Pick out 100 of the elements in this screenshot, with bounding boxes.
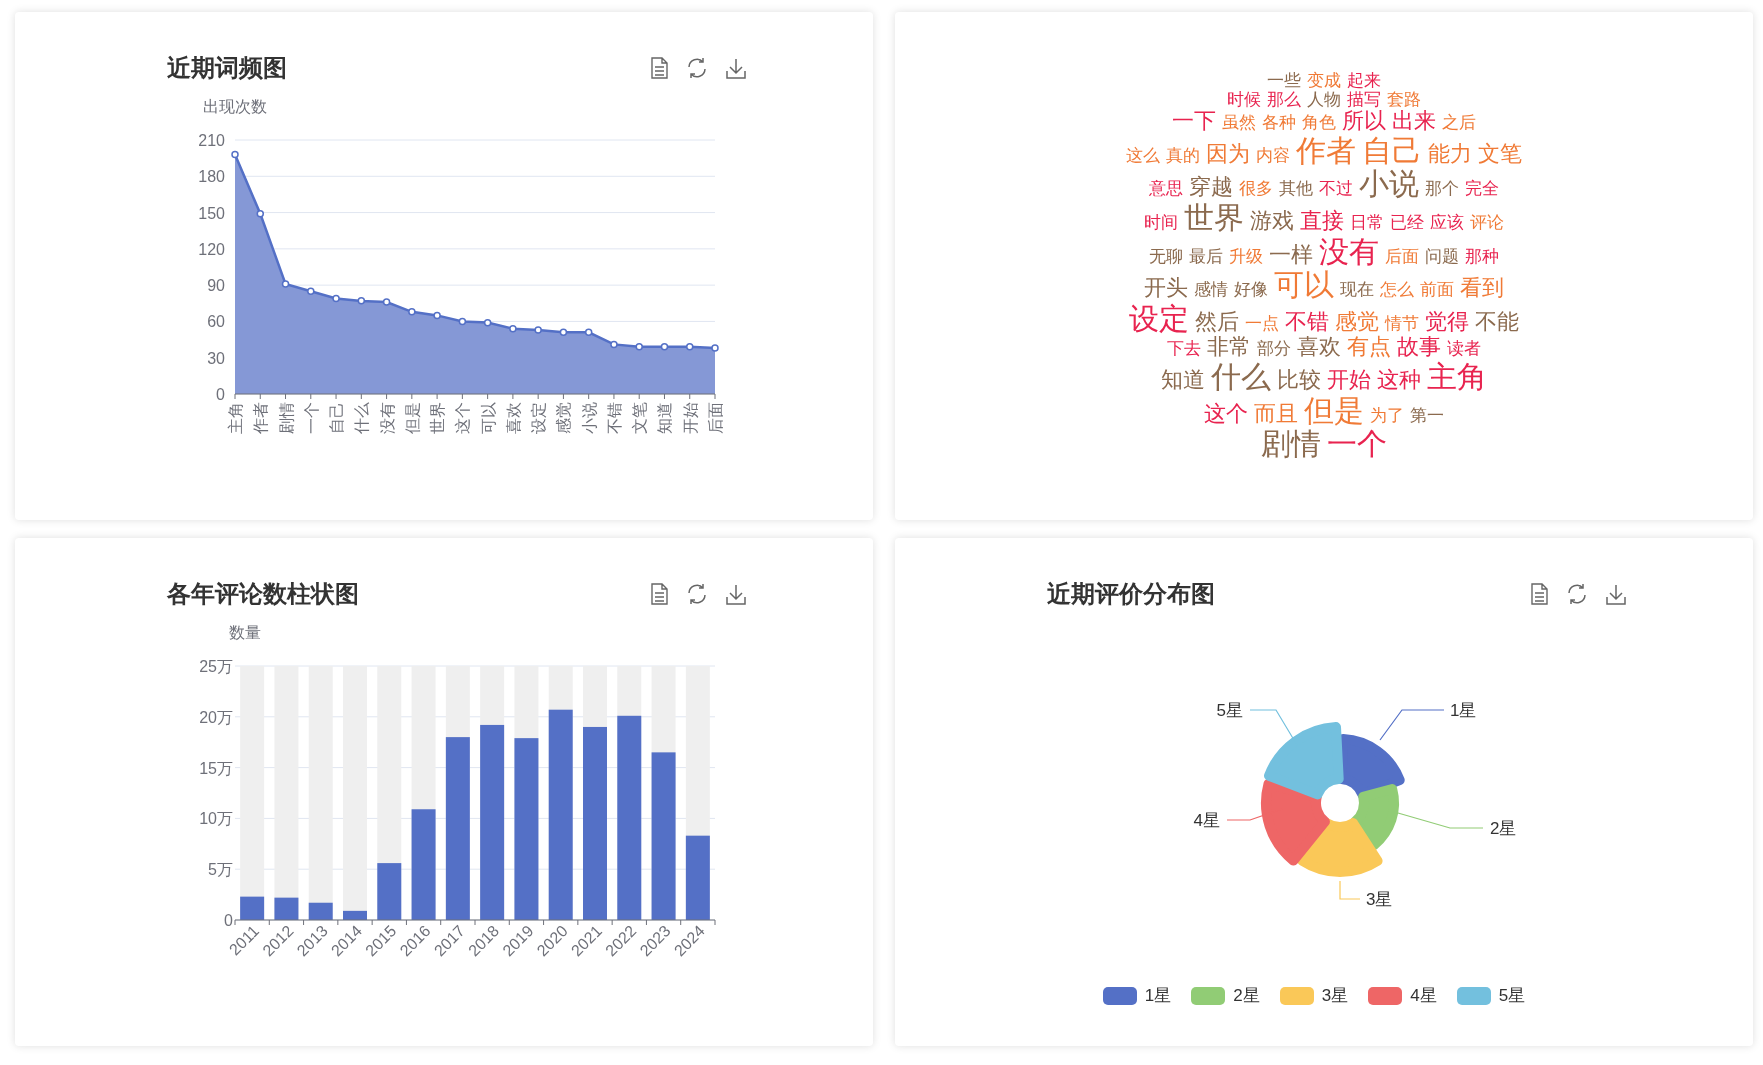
cloud-word: 觉得 xyxy=(1425,309,1469,335)
cloud-word: 游戏 xyxy=(1250,209,1294,234)
cloud-word: 读者 xyxy=(1447,339,1481,359)
cloud-word: 主角 xyxy=(1427,360,1487,394)
download-icon[interactable] xyxy=(725,583,747,605)
cloud-word: 能力 xyxy=(1428,141,1472,167)
data-view-icon[interactable] xyxy=(649,57,669,79)
legend-swatch[interactable] xyxy=(1456,986,1491,1005)
cloud-word: 好像 xyxy=(1234,280,1268,300)
slice-label: 3星 xyxy=(1366,890,1393,909)
data-point xyxy=(231,150,239,159)
cloud-word: 一样 xyxy=(1269,242,1313,268)
category-label: 没有 xyxy=(378,402,396,434)
legend-label[interactable]: 3星 xyxy=(1321,984,1349,1007)
cloud-word: 看到 xyxy=(1460,276,1504,301)
cloud-word: 一下 xyxy=(1172,109,1216,134)
slice-label: 5星 xyxy=(1216,701,1243,720)
data-point xyxy=(534,326,542,334)
cloud-word: 设定 xyxy=(1129,301,1189,336)
cloud-word: 那么 xyxy=(1267,90,1301,110)
category-label: 剧情 xyxy=(277,402,295,434)
chart-title: 近期评价分布图 xyxy=(1047,579,1215,609)
cloud-word: 喜欢 xyxy=(1297,335,1341,361)
category-label: 可以 xyxy=(479,402,497,434)
cloud-word: 真的 xyxy=(1166,145,1200,165)
legend-swatch[interactable] xyxy=(1102,986,1137,1005)
bar xyxy=(377,863,402,920)
cloud-word: 小说 xyxy=(1359,167,1419,202)
slice-label: 2星 xyxy=(1490,819,1517,838)
bar xyxy=(343,910,367,920)
cloud-word: 无聊 xyxy=(1149,246,1183,266)
refresh-icon[interactable] xyxy=(1565,582,1589,606)
cloud-word: 自己 xyxy=(1362,133,1422,168)
tick-label: 10万 xyxy=(199,810,233,828)
cloud-word: 然后 xyxy=(1195,309,1239,335)
legend-label[interactable]: 5星 xyxy=(1498,984,1526,1007)
download-icon[interactable] xyxy=(725,57,747,79)
data-point xyxy=(408,308,416,316)
cloud-word: 一点 xyxy=(1245,313,1279,333)
cloud-word: 评论 xyxy=(1470,213,1504,233)
data-point xyxy=(660,343,669,351)
data-point xyxy=(584,328,593,337)
cloud-word: 变成 xyxy=(1307,71,1341,91)
cloud-word: 而且 xyxy=(1254,401,1298,427)
category-label: 文笔 xyxy=(631,402,649,434)
cloud-word: 出来 xyxy=(1392,109,1436,134)
slice-label: 4星 xyxy=(1193,811,1220,830)
cloud-word: 这么 xyxy=(1126,145,1160,165)
tick-label: 0 xyxy=(216,386,225,403)
cloud-word: 什么 xyxy=(1211,360,1271,394)
cloud-word: 有点 xyxy=(1347,335,1391,361)
cloud-word: 第一 xyxy=(1410,405,1444,425)
data-view-icon[interactable] xyxy=(649,583,669,605)
cloud-word: 因为 xyxy=(1206,141,1250,167)
category-label: 设定 xyxy=(530,402,548,434)
cloud-word: 作者 xyxy=(1296,133,1356,168)
category-label: 作者 xyxy=(252,402,270,434)
cloud-word: 部分 xyxy=(1257,339,1291,359)
refresh-icon[interactable] xyxy=(685,582,709,606)
cloud-word: 感情 xyxy=(1194,280,1228,300)
tick-label: 30 xyxy=(207,349,225,367)
cloud-word: 直接 xyxy=(1300,209,1344,234)
cloud-word: 起来 xyxy=(1347,71,1381,91)
cloud-word: 后面 xyxy=(1385,246,1419,266)
cloud-word: 剧情 xyxy=(1261,427,1321,461)
cloud-word: 为了 xyxy=(1370,405,1404,425)
category-label: 小说 xyxy=(580,402,598,434)
cloud-word: 非常 xyxy=(1207,335,1251,361)
cloud-word: 开始 xyxy=(1327,368,1371,393)
axis-title: 数量 xyxy=(229,624,261,641)
cloud-word: 所以 xyxy=(1342,109,1386,134)
cloud-word: 应该 xyxy=(1430,213,1464,233)
category-label: 自己 xyxy=(328,402,346,434)
cloud-word: 这种 xyxy=(1377,368,1421,393)
data-view-icon[interactable] xyxy=(1529,583,1549,605)
cloud-word: 问题 xyxy=(1425,246,1459,266)
data-point xyxy=(458,317,467,326)
cloud-word: 其他 xyxy=(1279,179,1313,199)
cloud-word: 可以 xyxy=(1274,268,1334,302)
cloud-word: 那个 xyxy=(1425,179,1459,199)
cloud-word: 那种 xyxy=(1465,246,1499,266)
category-label: 知道 xyxy=(656,402,674,434)
legend-swatch[interactable] xyxy=(1279,986,1314,1005)
legend-swatch[interactable] xyxy=(1368,986,1403,1005)
data-point xyxy=(559,328,568,337)
legend-label[interactable]: 4星 xyxy=(1410,984,1437,1007)
tick-label: 180 xyxy=(198,168,225,186)
download-icon[interactable] xyxy=(1605,583,1627,605)
tick-label: 60 xyxy=(207,313,225,331)
refresh-icon[interactable] xyxy=(685,56,709,80)
tick-label: 25万 xyxy=(199,658,233,675)
legend-swatch[interactable] xyxy=(1191,986,1226,1005)
data-point xyxy=(686,343,694,351)
tick-label: 5万 xyxy=(208,861,233,879)
category-label: 喜欢 xyxy=(504,402,522,434)
cloud-word: 时间 xyxy=(1144,213,1178,233)
legend-label[interactable]: 1星 xyxy=(1144,984,1172,1007)
data-point xyxy=(635,343,643,351)
legend-label[interactable]: 2星 xyxy=(1233,984,1260,1007)
data-point xyxy=(382,298,391,306)
